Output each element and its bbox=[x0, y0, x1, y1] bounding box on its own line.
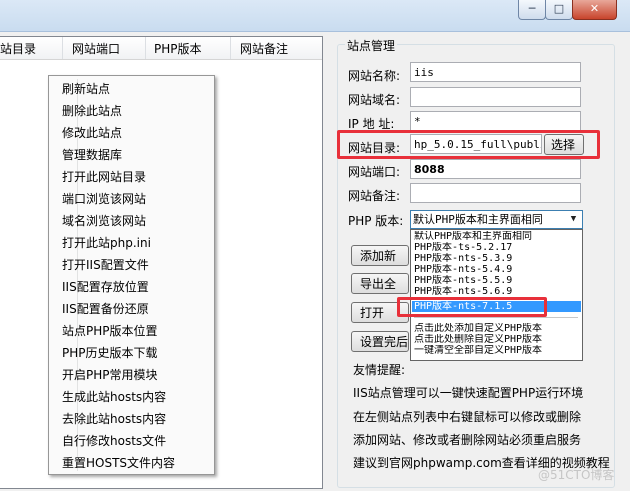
ctx-remove-hosts[interactable]: 去除此站hosts内容 bbox=[62, 410, 166, 427]
tips-title: 友情提醒: bbox=[353, 363, 406, 377]
ctx-iis-config-backup[interactable]: IIS配置备份还原 bbox=[62, 300, 149, 317]
site-dir-field[interactable]: hp_5.0.15_full\public bbox=[410, 134, 542, 154]
ctx-generate-hosts[interactable]: 生成此站hosts内容 bbox=[62, 388, 166, 405]
ctx-reset-hosts[interactable]: 重置HOSTS文件内容 bbox=[62, 454, 175, 471]
tip-line: IIS站点管理可以一键快速配置PHP运行环境 bbox=[353, 386, 584, 400]
ctx-edit-hosts-file[interactable]: 自行修改hosts文件 bbox=[62, 432, 166, 449]
delete-custom-php-option[interactable]: 点击此处删除自定义PHP版本 bbox=[412, 334, 581, 345]
ctx-enable-php-modules[interactable]: 开启PHP常用模块 bbox=[62, 366, 158, 383]
site-list-header: 站目录 网站端口 PHP版本 网站备注 bbox=[0, 37, 322, 60]
add-custom-php-option[interactable]: 点击此处添加自定义PHP版本 bbox=[412, 323, 581, 334]
php-version-dropdown: 默认PHP版本和主界面相同 PHP版本-ts-5.2.17 PHP版本-nts-… bbox=[410, 229, 583, 361]
php-option[interactable]: PHP版本-nts-5.4.9 bbox=[412, 264, 581, 275]
ctx-php-history-download[interactable]: PHP历史版本下载 bbox=[62, 344, 158, 361]
tip-line: 在左侧站点列表中右键鼠标可以修改或删除 bbox=[353, 410, 582, 424]
tip-line: 添加网站、修改或者删除网站必须重启服务 bbox=[353, 433, 582, 447]
site-domain-label: 网站域名: bbox=[348, 93, 401, 107]
php-option[interactable]: 默认PHP版本和主界面相同 bbox=[412, 231, 581, 242]
watermark: @51CTO博客 bbox=[538, 468, 615, 482]
php-option[interactable]: PHP版本-ts-5.2.17 bbox=[412, 242, 581, 253]
context-menu: 刷新站点 删除此站点 修改此站点 管理数据库 打开此网站目录 端口浏览该网站 域… bbox=[48, 75, 215, 475]
php-option[interactable]: PHP版本-nts-5.5.9 bbox=[412, 275, 581, 286]
site-note-field[interactable] bbox=[410, 183, 581, 203]
php-option[interactable]: PHP版本-nts-5.6.9 bbox=[412, 286, 581, 297]
site-name-label: 网站名称: bbox=[348, 69, 401, 83]
column-separator[interactable] bbox=[62, 37, 63, 59]
ctx-browse-by-port[interactable]: 端口浏览该网站 bbox=[62, 190, 146, 207]
php-version-select[interactable]: 默认PHP版本和主界面相同 ▼ bbox=[410, 210, 583, 229]
site-domain-field[interactable] bbox=[410, 87, 581, 107]
ctx-open-php-ini[interactable]: 打开此站php.ini bbox=[62, 234, 151, 251]
minimize-button[interactable]: ─ bbox=[518, 0, 546, 20]
site-port-field[interactable]: 8088 bbox=[410, 159, 581, 179]
ctx-iis-config-location[interactable]: IIS配置存放位置 bbox=[62, 278, 149, 295]
ctx-edit-site[interactable]: 修改此站点 bbox=[62, 124, 122, 141]
clear-custom-php-option[interactable]: 一键清空全部自定义PHP版本 bbox=[412, 345, 581, 356]
column-note[interactable]: 网站备注 bbox=[240, 40, 288, 57]
chevron-down-icon[interactable]: ▼ bbox=[566, 212, 581, 227]
column-port[interactable]: 网站端口 bbox=[72, 40, 120, 57]
option-highlight-box bbox=[397, 297, 547, 317]
ctx-open-iis-config[interactable]: 打开IIS配置文件 bbox=[62, 256, 149, 273]
ip-address-field[interactable]: * bbox=[410, 111, 581, 131]
column-site-dir[interactable]: 站目录 bbox=[0, 40, 36, 57]
php-version-selected: 默认PHP版本和主界面相同 bbox=[413, 213, 543, 226]
ctx-open-site-dir[interactable]: 打开此网站目录 bbox=[62, 168, 146, 185]
ctx-manage-db[interactable]: 管理数据库 bbox=[62, 146, 122, 163]
group-title: 站点管理 bbox=[345, 37, 398, 54]
php-version-label: PHP 版本: bbox=[348, 214, 404, 228]
ctx-php-version-location[interactable]: 站点PHP版本位置 bbox=[62, 322, 158, 339]
choose-dir-button[interactable]: 选择 bbox=[544, 134, 584, 155]
php-option[interactable]: PHP版本-nts-5.3.9 bbox=[412, 253, 581, 264]
export-all-button[interactable]: 导出全 bbox=[351, 273, 409, 294]
maximize-button[interactable]: □ bbox=[545, 0, 573, 20]
site-note-label: 网站备注: bbox=[348, 189, 401, 203]
dropdown-separator bbox=[414, 317, 578, 318]
ctx-refresh-site[interactable]: 刷新站点 bbox=[62, 80, 110, 97]
window-titlebar: ─ □ ✕ bbox=[0, 0, 630, 32]
site-port-label: 网站端口: bbox=[348, 165, 401, 179]
ctx-delete-site[interactable]: 删除此站点 bbox=[62, 102, 122, 119]
site-dir-label: 网站目录: bbox=[348, 141, 401, 155]
site-name-field[interactable]: iis bbox=[410, 62, 581, 82]
column-php-version[interactable]: PHP版本 bbox=[154, 40, 202, 57]
add-site-button[interactable]: 添加新 bbox=[351, 245, 409, 266]
column-separator[interactable] bbox=[230, 37, 231, 59]
settings-done-button[interactable]: 设置完后 bbox=[351, 331, 409, 352]
close-button[interactable]: ✕ bbox=[572, 0, 617, 20]
ctx-browse-by-domain[interactable]: 域名浏览该网站 bbox=[62, 212, 146, 229]
column-separator[interactable] bbox=[145, 37, 146, 59]
